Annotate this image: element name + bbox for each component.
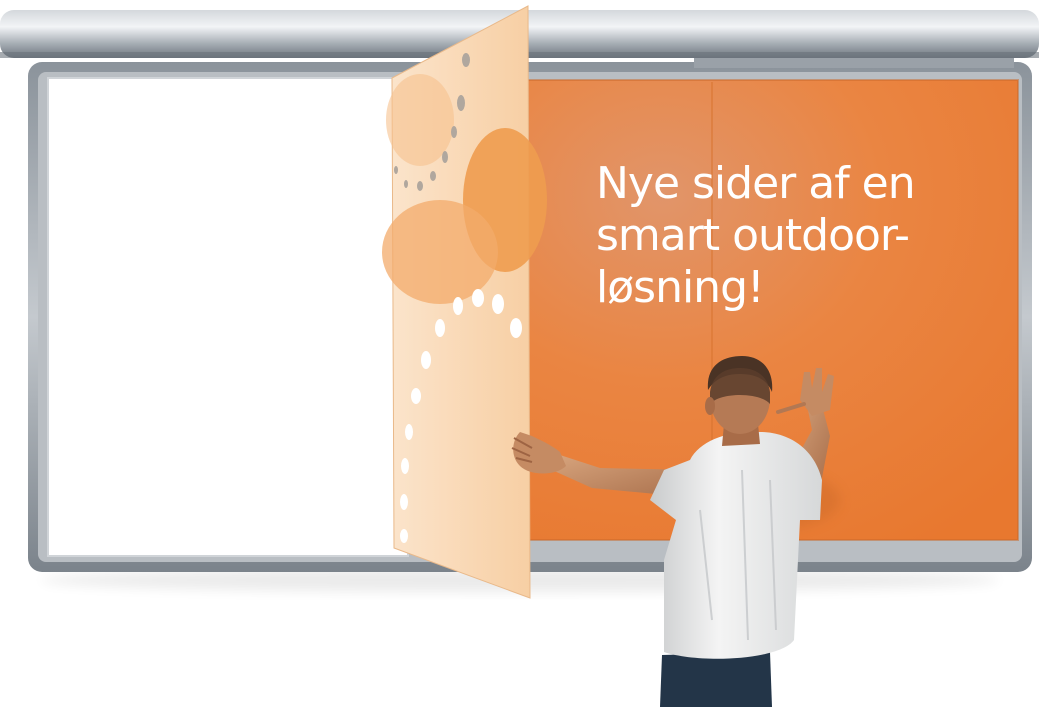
man-ear <box>705 397 715 415</box>
rail-clip <box>694 58 1014 68</box>
man-jeans <box>660 652 772 707</box>
headline-line-2: smart outdoor- <box>596 210 910 261</box>
man-shirt <box>650 431 822 659</box>
headline-line-1: Nye sider af en <box>596 158 916 209</box>
headline-text: Nye sider af en smart outdoor- løsning! <box>596 158 976 314</box>
white-panel <box>48 78 408 556</box>
billboard-illustration <box>0 5 1039 707</box>
billboard-scene: Nye sider af en smart outdoor- løsning! <box>0 0 1039 707</box>
headline-line-3: løsning! <box>596 262 765 313</box>
page-circle-medium <box>382 200 498 304</box>
